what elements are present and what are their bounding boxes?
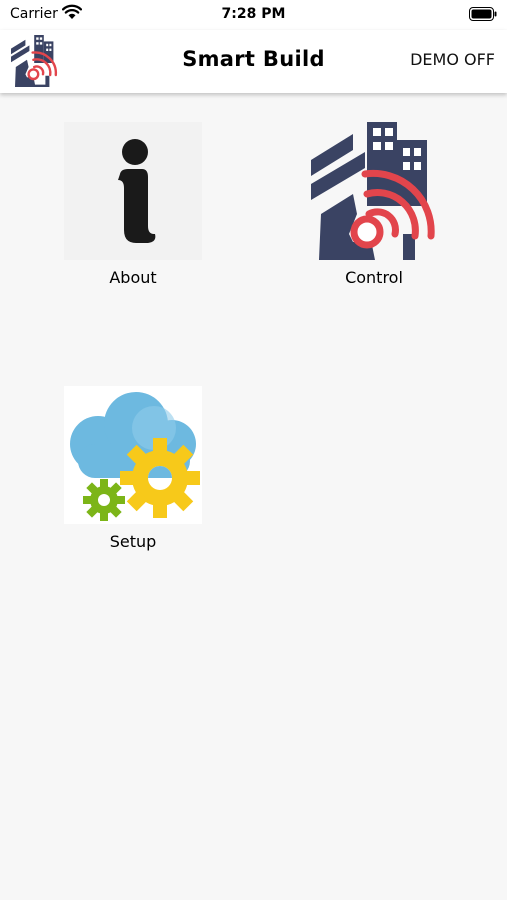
about-label: About bbox=[109, 268, 157, 287]
control-tile[interactable]: Control bbox=[294, 122, 454, 287]
cloud-gears-icon bbox=[64, 386, 202, 524]
demo-toggle-button[interactable]: DEMO OFF bbox=[410, 50, 495, 69]
setup-label: Setup bbox=[109, 532, 157, 551]
battery-icon bbox=[469, 7, 497, 21]
info-icon bbox=[64, 122, 202, 260]
status-time: 7:28 PM bbox=[221, 6, 286, 22]
navigation-bar: Smart Build DEMO OFF bbox=[0, 30, 507, 93]
setup-tile[interactable]: Setup bbox=[53, 386, 213, 551]
smart-building-icon bbox=[305, 122, 443, 260]
status-bar: Carrier 7:28 PM bbox=[0, 0, 507, 30]
about-tile[interactable]: About bbox=[53, 122, 213, 287]
control-label: Control bbox=[345, 268, 403, 287]
smart-build-logo-icon[interactable] bbox=[11, 35, 59, 87]
